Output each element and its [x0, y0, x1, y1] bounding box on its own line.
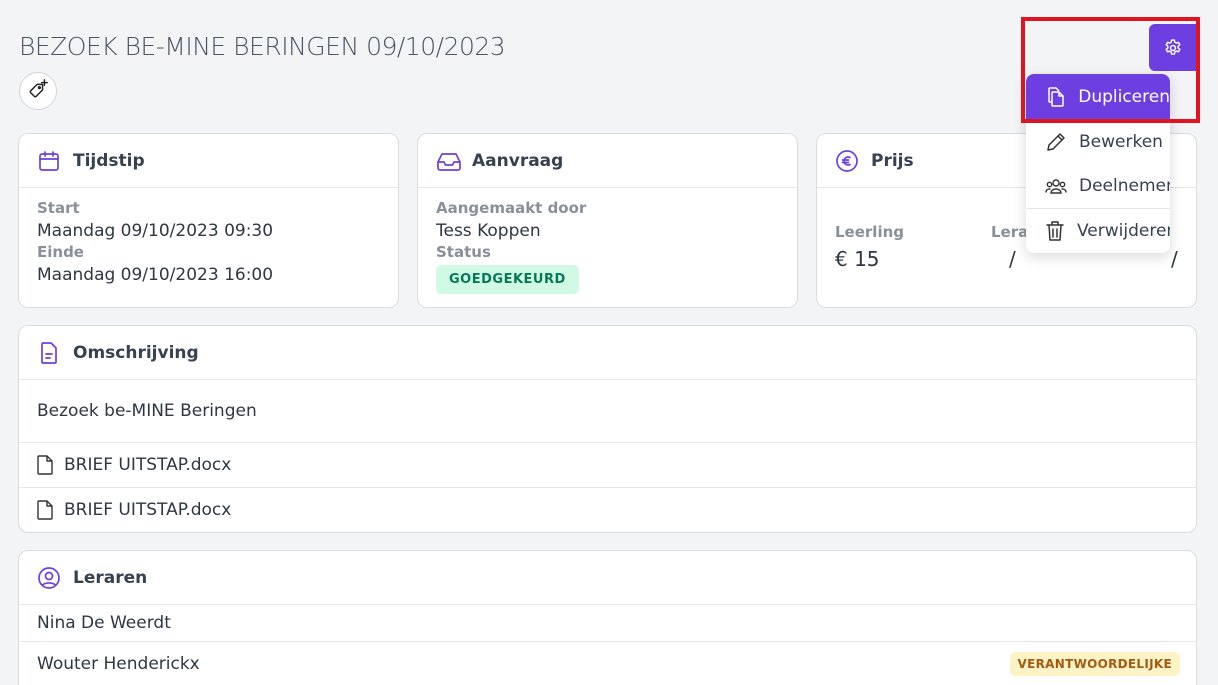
tijdstip-card: Tijdstip Start Maandag 09/10/2023 09:30 … [18, 133, 399, 308]
start-value: Maandag 09/10/2023 09:30 [37, 221, 274, 241]
actions-dropdown-menu: Dupliceren Bewerken Deelnemers [1026, 74, 1170, 253]
omschrijving-card: Omschrijving Bezoek be-MINE Beringen BRI… [18, 325, 1197, 533]
omschrijving-title: Omschrijving [73, 342, 199, 363]
tijdstip-card-header: Tijdstip [19, 134, 398, 188]
leraren-title: Leraren [73, 567, 148, 588]
users-icon [1045, 176, 1067, 196]
responsible-badge: VERANTWOORDELIJKE [1009, 651, 1180, 676]
menu-item-label: Dupliceren [1078, 87, 1170, 107]
status-badge: GOEDGEKEURD [436, 265, 579, 294]
page-title: BEZOEK BE-MINE BERINGEN 09/10/2023 [19, 32, 506, 61]
copy-icon [1045, 87, 1066, 107]
tijdstip-title: Tijdstip [73, 150, 145, 171]
teacher-row: Nina De Weerdt [19, 605, 1196, 641]
document-icon [37, 340, 63, 366]
menu-item-verwijderen[interactable]: Verwijderen [1026, 209, 1170, 253]
file-link[interactable]: BRIEF UITSTAP.docx [19, 442, 1196, 487]
other-price-value: / [1171, 247, 1178, 271]
gear-icon [1163, 38, 1183, 58]
file-name: BRIEF UITSTAP.docx [64, 455, 232, 475]
file-link[interactable]: BRIEF UITSTAP.docx [19, 487, 1196, 532]
tag-plus-icon [27, 78, 49, 104]
menu-item-label: Deelnemers [1079, 176, 1170, 196]
start-label: Start [37, 199, 80, 217]
teacher-name: Nina De Weerdt [37, 613, 171, 633]
euro-icon [835, 148, 861, 174]
end-label: Einde [37, 243, 84, 261]
trash-icon [1045, 220, 1065, 242]
settings-button[interactable] [1149, 24, 1196, 71]
prijs-title: Prijs [871, 150, 914, 171]
leraren-card-header: Leraren [19, 551, 1196, 605]
add-tag-button[interactable] [19, 72, 57, 110]
user-circle-icon [37, 565, 63, 591]
file-icon [37, 455, 54, 475]
aanvraag-title: Aanvraag [472, 150, 564, 171]
file-icon [37, 500, 54, 520]
teacher-price-value: / [1009, 247, 1016, 271]
menu-item-bewerken[interactable]: Bewerken [1026, 120, 1170, 164]
menu-item-label: Verwijderen [1077, 221, 1170, 241]
leraren-card: Leraren Nina De Weerdt Wouter Henderickx… [18, 550, 1197, 685]
end-value: Maandag 09/10/2023 16:00 [37, 265, 274, 285]
created-by-label: Aangemaakt door [436, 199, 587, 217]
teacher-row: Wouter Henderickx VERANTWOORDELIJKE [19, 641, 1196, 685]
calendar-icon [37, 148, 63, 174]
aanvraag-card: Aanvraag Aangemaakt door Tess Koppen Sta… [417, 133, 798, 308]
status-label: Status [436, 243, 491, 261]
file-name: BRIEF UITSTAP.docx [64, 500, 232, 520]
menu-item-label: Bewerken [1079, 132, 1163, 152]
inbox-icon [436, 148, 462, 174]
menu-item-dupliceren[interactable]: Dupliceren [1026, 74, 1170, 120]
description-text: Bezoek be-MINE Beringen [37, 401, 257, 421]
aanvraag-card-header: Aanvraag [418, 134, 797, 188]
pencil-icon [1045, 132, 1067, 152]
omschrijving-card-header: Omschrijving [19, 326, 1196, 380]
student-price-label: Leerling [835, 223, 905, 241]
created-by-value: Tess Koppen [436, 221, 541, 241]
menu-item-deelnemers[interactable]: Deelnemers [1026, 164, 1170, 208]
teacher-name: Wouter Henderickx [37, 653, 200, 674]
student-price-value: € 15 [835, 247, 880, 271]
